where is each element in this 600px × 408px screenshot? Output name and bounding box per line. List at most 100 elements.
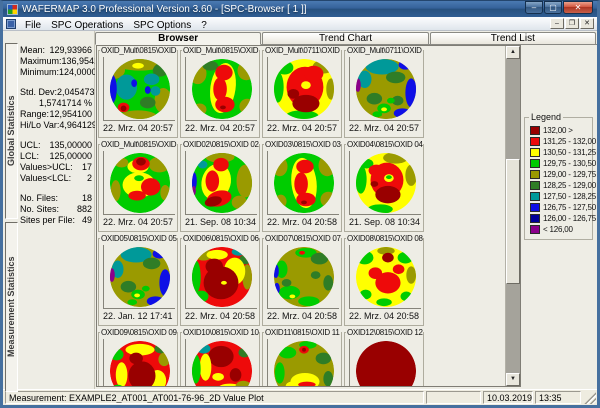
wafer-title: OXID07\0815\OXID 07 — [264, 234, 341, 243]
wafer-title: OXID_Mult\0815\OXID 0 — [182, 46, 259, 55]
wafer-cell[interactable]: OXID_Mult\0815\OXID 1 22. Mrz. 04 20:57 — [98, 140, 178, 232]
wafer-date: 21. Sep. 08 10:34 — [185, 217, 257, 227]
scrollbar-thumb[interactable] — [506, 159, 520, 284]
wafer-map[interactable] — [349, 57, 421, 121]
legend-entry: 132,00 > — [530, 125, 592, 136]
wafer-cell[interactable]: OXID_Mult\0815\OXID 0 22. Mrz. 04 20:57 — [98, 46, 178, 138]
legend-color-swatch — [530, 148, 540, 157]
legend-range-label: < 126,00 — [543, 225, 573, 234]
wafer-title: OXID05\0815\OXID 05 — [100, 234, 177, 243]
stat-row: Values>UCL: 17 — [20, 162, 92, 173]
wafer-map[interactable] — [349, 339, 421, 386]
wafer-cell[interactable]: OXID09\0815\OXID 0922. Mrz. 04 20:58 — [98, 328, 178, 386]
wafer-cell[interactable]: OXID11\0815\OXID 1122. Mrz. 04 20:58 — [262, 328, 342, 386]
wafer-map[interactable] — [267, 339, 339, 386]
close-button[interactable]: ✕ — [563, 1, 593, 14]
tab-trend-chart[interactable]: Trend Chart — [262, 32, 429, 44]
statistics-panel: Global Statistics Measurement Statistics… — [3, 31, 112, 392]
stat-value: 12,954100 — [49, 109, 92, 119]
stat-value: 17 — [81, 162, 92, 172]
wafer-cell[interactable]: OXID04\0815\OXID 04 21. Sep. 08 10:34 — [344, 140, 424, 232]
tab-browser[interactable]: Browser — [95, 32, 262, 45]
wafer-cell[interactable]: OXID03\0815\OXID 03 22. Mrz. 04 20:58 — [262, 140, 342, 232]
minimize-button[interactable]: – — [525, 1, 543, 14]
tab-global-statistics[interactable]: Global Statistics — [5, 43, 18, 219]
wafer-map[interactable] — [185, 339, 257, 386]
mdi-restore-button[interactable]: ❐ — [565, 18, 579, 29]
legend-entry: 127,50 - 128,25 — [530, 191, 596, 202]
wafer-contour-svg — [273, 340, 334, 386]
scroll-up-button[interactable]: ▲ — [506, 46, 520, 59]
menu-spc-options[interactable]: SPC Options — [128, 20, 196, 31]
wafermap-app-icon — [7, 3, 18, 15]
wafer-map[interactable] — [185, 57, 257, 121]
stat-label: Maximum: — [20, 56, 62, 66]
wafer-cell[interactable]: OXID_Mult\0711\OXID 0 22. Mrz. 04 20:57 — [344, 46, 424, 138]
stat-label: Hi/Lo Var: — [20, 120, 60, 130]
wafer-map[interactable] — [267, 245, 339, 309]
main-area: Global Statistics Measurement Statistics… — [3, 31, 597, 392]
wafer-contour-svg — [355, 246, 416, 307]
wafer-title: OXID06\0815\OXID 06 — [182, 234, 259, 243]
vertical-scrollbar[interactable]: ▲ ▼ — [505, 46, 520, 386]
wafer-map[interactable] — [103, 151, 175, 215]
wafer-map[interactable] — [185, 151, 257, 215]
legend-color-swatch — [530, 126, 540, 135]
wafer-contour-svg — [109, 152, 170, 213]
wafer-contour-svg — [109, 246, 170, 307]
stat-row: Std. Dev: 2,0454731 — [20, 87, 100, 98]
wafer-title: OXID_Mult\0711\OXID 0 — [346, 46, 423, 55]
scrollbar-track[interactable] — [506, 59, 520, 373]
stat-value: 49 — [81, 215, 92, 225]
menu-spc-operations[interactable]: SPC Operations — [46, 20, 128, 31]
stat-label: Range: — [20, 109, 50, 119]
stat-label: Std. Dev: — [20, 87, 58, 97]
tab-measurement-statistics[interactable]: Measurement Statistics — [5, 222, 18, 392]
wafer-cell[interactable]: OXID08\0815\OXID 08 22. Mrz. 04 20:58 — [344, 234, 424, 326]
wafer-map[interactable] — [349, 151, 421, 215]
wafer-title: OXID02\0815\OXID 02 — [182, 140, 259, 149]
stat-label: No. Files: — [20, 193, 59, 203]
wafer-cell[interactable]: OXID_Mult\0711\OXID 0 22. Mrz. 04 20:57 — [262, 46, 342, 138]
menu-[interactable]: ? — [196, 20, 212, 31]
stat-label: Sites per File: — [20, 215, 76, 225]
legend-range-label: 126,75 - 127,50 — [543, 203, 597, 212]
wafer-map[interactable] — [267, 57, 339, 121]
legend-range-label: 126,00 - 126,75 — [543, 214, 597, 223]
window-controls: – ▢ ✕ — [525, 1, 593, 14]
wafer-date: 22. Mrz. 04 20:58 — [349, 311, 420, 321]
wafer-map[interactable] — [103, 339, 175, 386]
tab-bar: Browser Trend Chart Trend List — [95, 31, 597, 45]
stat-row: LCL: 125,00000 — [20, 151, 92, 162]
wafer-cell[interactable]: OXID_Mult\0815\OXID 0 22. Mrz. 04 20:57 — [180, 46, 260, 138]
wafer-cell[interactable]: OXID02\0815\OXID 02 21. Sep. 08 10:34 — [180, 140, 260, 232]
wafer-cell[interactable]: OXID07\0815\OXID 07 22. Mrz. 04 20:58 — [262, 234, 342, 326]
legend-entry: 126,00 - 126,75 — [530, 213, 596, 224]
wafer-cell[interactable]: OXID12\0815\OXID 12 — [344, 328, 424, 386]
wafer-map[interactable] — [103, 57, 175, 121]
stat-label: Mean: — [20, 45, 46, 55]
tab-trend-list[interactable]: Trend List — [429, 32, 596, 44]
legend-color-swatch — [530, 181, 540, 190]
wafer-cell[interactable]: OXID05\0815\OXID 05 22. Jan. 12 17:41 — [98, 234, 178, 326]
wafer-cell[interactable]: OXID06\0815\OXID 06 22. Mrz. 04 20:58 — [180, 234, 260, 326]
mdi-minimize-button[interactable]: – — [550, 18, 564, 29]
menu-file[interactable]: File — [20, 20, 46, 31]
legend-range-label: 128,25 - 129,00 — [543, 181, 597, 190]
wafer-title: OXID09\0815\OXID 09 — [100, 328, 177, 337]
spc-browser-icon[interactable] — [6, 18, 16, 29]
legend-range-label: 129,75 - 130,50 — [543, 159, 597, 168]
wafer-browser-area: OXID_Mult\0815\OXID 0 22. Mrz. 04 20:57 OX… — [96, 45, 521, 387]
mdi-close-button[interactable]: ✕ — [580, 18, 594, 29]
wafer-map[interactable] — [103, 245, 175, 309]
wafer-map[interactable] — [267, 151, 339, 215]
resize-grip[interactable] — [583, 391, 596, 404]
maximize-button[interactable]: ▢ — [544, 1, 562, 14]
legend-title: Legend — [529, 112, 564, 122]
wafer-cell[interactable]: OXID10\0815\OXID 1022. Mrz. 04 20:58 — [180, 328, 260, 386]
stat-value: 135,00000 — [49, 140, 92, 150]
wafer-map[interactable] — [185, 245, 257, 309]
legend-entries: 132,00 > 131,25 - 132,00 130,50 - 131,25 12… — [530, 125, 596, 235]
wafer-map[interactable] — [349, 245, 421, 309]
scroll-down-button[interactable]: ▼ — [506, 373, 520, 386]
